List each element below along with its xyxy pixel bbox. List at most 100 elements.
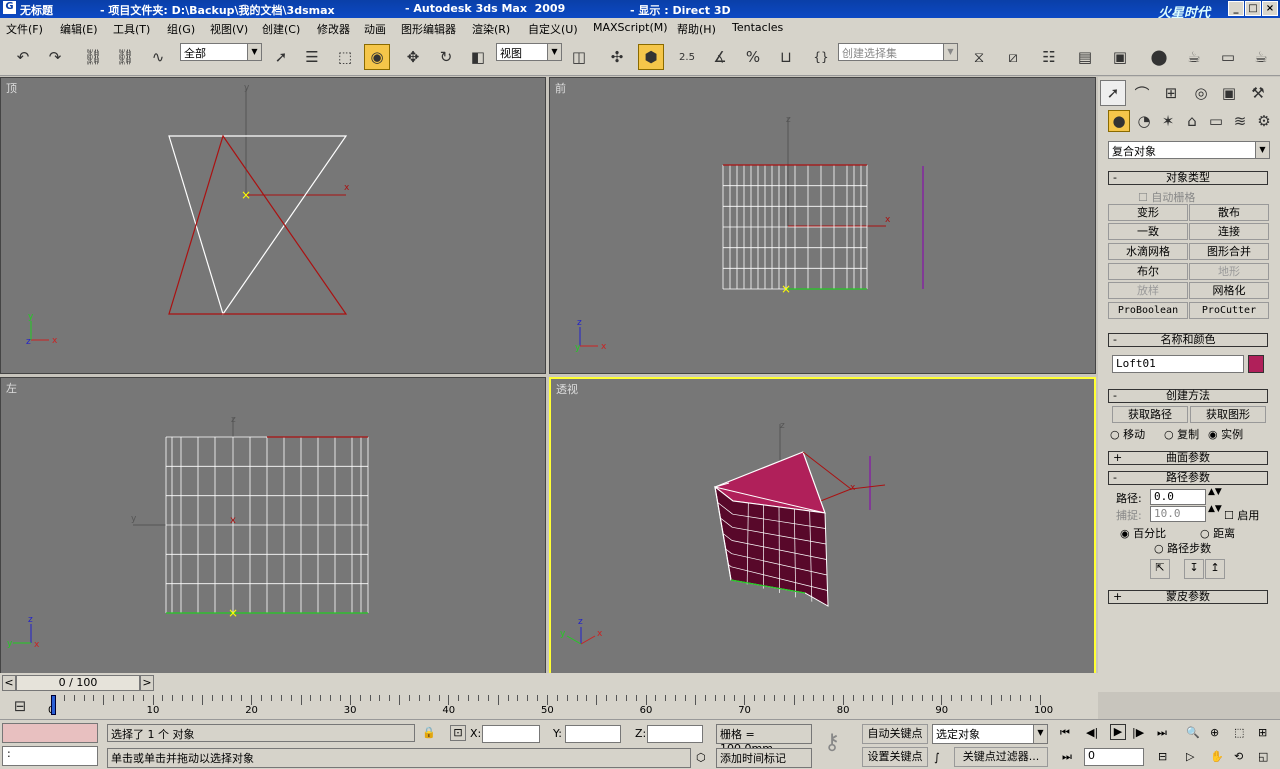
next-frame-button[interactable]: > — [140, 675, 154, 691]
copy-radio[interactable]: ○ 复制 — [1164, 426, 1199, 442]
time-slider-thumb[interactable]: 0 / 100 — [16, 675, 140, 691]
menu-create[interactable]: 创建(C) — [262, 21, 300, 37]
conform-button[interactable]: 一致 — [1108, 223, 1188, 240]
quick-render-icon[interactable]: ☕ — [1248, 44, 1274, 70]
time-marker[interactable] — [51, 695, 56, 715]
add-time-tag-button[interactable]: 添加时间标记 — [716, 748, 812, 768]
orbit-icon[interactable]: ⟲ — [1234, 750, 1243, 763]
proboolean-button[interactable]: ProBoolean — [1108, 302, 1188, 319]
shapes-category-icon[interactable]: ◔ — [1133, 110, 1155, 132]
zoom-extents-all-icon[interactable]: ⊞ — [1258, 726, 1267, 739]
cameras-category-icon[interactable]: ⌂ — [1181, 110, 1203, 132]
set-key-button[interactable]: 设置关键点 — [862, 747, 928, 767]
menu-animation[interactable]: 动画 — [364, 21, 386, 37]
time-slider[interactable]: < 0 / 100 > — [0, 673, 1098, 693]
previous-frame-icon[interactable]: ◀| — [1086, 726, 1098, 739]
select-and-link-icon[interactable]: ⛓ — [80, 44, 106, 70]
helpers-category-icon[interactable]: ▭ — [1205, 110, 1227, 132]
next-frame-icon[interactable]: |▶ — [1132, 726, 1144, 739]
rollout-path-params[interactable]: - 路径参数 — [1108, 471, 1268, 485]
rectangle-selection-icon[interactable]: ⬚ — [332, 44, 358, 70]
zoom-icon[interactable]: 🔍 — [1186, 726, 1200, 739]
rollout-creation-method[interactable]: - 创建方法 — [1108, 389, 1268, 403]
procutter-button[interactable]: ProCutter — [1189, 302, 1269, 319]
key-filter-curve-icon[interactable]: ∫ — [934, 751, 940, 764]
hierarchy-tab-icon[interactable]: ⊞ — [1158, 80, 1184, 106]
keyboard-shortcut-override-icon[interactable]: ⬢ — [638, 44, 664, 70]
instance-radio[interactable]: ◉ 实例 — [1208, 426, 1243, 442]
snap-value-input[interactable]: 10.0 — [1150, 506, 1206, 522]
menu-rendering[interactable]: 渲染(R) — [472, 21, 510, 37]
viewport-perspective[interactable]: 透视 z x z x y — [549, 377, 1096, 675]
autogrid-checkbox[interactable]: ☐ 自动栅格 — [1138, 189, 1195, 205]
select-by-name-icon[interactable]: ☰ — [299, 44, 325, 70]
minimize-button[interactable]: _ — [1228, 1, 1244, 16]
select-and-move-icon[interactable]: ✥ — [400, 44, 426, 70]
display-tab-icon[interactable]: ▣ — [1216, 80, 1242, 106]
rollout-object-type[interactable]: - 对象类型 — [1108, 171, 1268, 185]
pivot-center-icon[interactable]: ◫ — [566, 44, 592, 70]
geometry-category-icon[interactable]: ● — [1108, 110, 1130, 132]
object-category-dropdown[interactable]: 复合对象 ▼ — [1108, 141, 1270, 159]
select-and-rotate-icon[interactable]: ↻ — [433, 44, 459, 70]
field-of-view-icon[interactable]: ▷ — [1186, 750, 1194, 763]
connect-button[interactable]: 连接 — [1189, 223, 1269, 240]
zoom-all-icon[interactable]: ⊕ — [1210, 726, 1219, 739]
mirror-icon[interactable]: ⧖ — [966, 44, 992, 70]
path-steps-radio[interactable]: ○ 路径步数 — [1154, 540, 1211, 556]
motion-tab-icon[interactable]: ◎ — [1188, 80, 1214, 106]
schematic-view-icon[interactable]: ▣ — [1107, 44, 1133, 70]
edit-named-selection-icon[interactable]: {} — [808, 44, 834, 70]
path-spinner[interactable]: ▲▼ — [1208, 487, 1222, 497]
viewport-top[interactable]: 顶 × y x y x z — [0, 77, 546, 374]
z-coordinate-input[interactable] — [647, 725, 703, 743]
path-value-input[interactable]: 0.0 — [1150, 489, 1206, 505]
key-filters-button[interactable]: 关键点过滤器... — [954, 747, 1048, 767]
next-shape-icon[interactable]: ↥ — [1205, 559, 1225, 579]
go-to-start-icon[interactable]: ⏮ — [1060, 726, 1070, 740]
scatter-button[interactable]: 散布 — [1189, 204, 1269, 221]
render-setup-icon[interactable]: ☕ — [1181, 44, 1207, 70]
distance-radio[interactable]: ○ 距离 — [1200, 525, 1235, 541]
terrain-button[interactable]: 地形 — [1189, 263, 1269, 280]
menu-help[interactable]: 帮助(H) — [677, 21, 716, 37]
window-crossing-icon[interactable]: ◉ — [364, 44, 390, 70]
menu-tentacles[interactable]: Tentacles — [732, 21, 783, 34]
lock-icon[interactable]: 🔒 — [422, 726, 436, 739]
select-and-manipulate-icon[interactable]: ✣ — [604, 44, 630, 70]
angle-snap-icon[interactable]: ∡ — [707, 44, 733, 70]
named-selection-sets-dropdown[interactable]: 创建选择集 ▼ — [838, 43, 958, 61]
percentage-radio[interactable]: ◉ 百分比 — [1120, 525, 1166, 541]
rollout-name-color[interactable]: - 名称和颜色 — [1108, 333, 1268, 347]
bind-space-warp-icon[interactable]: ∿ — [145, 44, 171, 70]
maxscript-listener-white[interactable]: : — [2, 746, 98, 766]
select-object-icon[interactable]: ➚ — [268, 44, 294, 70]
morph-button[interactable]: 变形 — [1108, 204, 1188, 221]
rendered-frame-window-icon[interactable]: ▭ — [1215, 44, 1241, 70]
prev-frame-button[interactable]: < — [2, 675, 16, 691]
get-shape-button[interactable]: 获取图形 — [1190, 406, 1266, 423]
y-coordinate-input[interactable] — [565, 725, 621, 743]
play-icon[interactable]: ▶ — [1110, 724, 1126, 740]
select-and-scale-icon[interactable]: ◧ — [465, 44, 491, 70]
space-warps-category-icon[interactable]: ≋ — [1229, 110, 1251, 132]
rollout-surface-params[interactable]: + 曲面参数 — [1108, 451, 1268, 465]
menu-group[interactable]: 组(G) — [167, 21, 195, 37]
move-radio[interactable]: ○ 移动 — [1110, 426, 1145, 442]
reference-coordinate-dropdown[interactable]: 视图 ▼ — [496, 43, 562, 61]
menu-customize[interactable]: 自定义(U) — [528, 21, 578, 37]
object-name-input[interactable]: Loft01 — [1112, 355, 1244, 373]
pick-shape-icon[interactable]: ⇱ — [1150, 559, 1170, 579]
key-mode-dropdown[interactable]: 选定对象 ▼ — [932, 724, 1048, 744]
snap-spinner[interactable]: ▲▼ — [1208, 504, 1222, 514]
selection-filter-dropdown[interactable]: 全部 ▼ — [180, 43, 262, 61]
material-editor-icon[interactable]: ⬤ — [1146, 44, 1172, 70]
current-frame-input[interactable]: 0 — [1084, 748, 1144, 766]
enable-checkbox[interactable]: ☐ 启用 — [1224, 507, 1259, 523]
pan-icon[interactable]: ✋ — [1210, 750, 1224, 763]
absolute-mode-icon[interactable]: ⊡ — [450, 725, 466, 741]
curve-editor-icon[interactable]: ▤ — [1072, 44, 1098, 70]
close-button[interactable]: × — [1262, 1, 1278, 16]
key-icon[interactable]: ⚷ — [824, 730, 840, 755]
unlink-icon[interactable]: ⛓ — [112, 44, 138, 70]
